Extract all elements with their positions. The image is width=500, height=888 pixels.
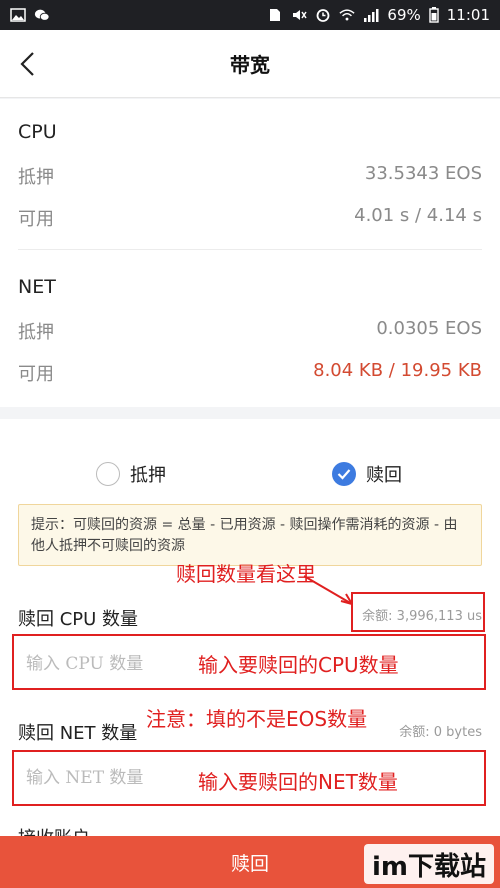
wifi-icon: [339, 9, 356, 21]
annotation-look-here: 赎回数量看这里: [176, 562, 316, 586]
back-button[interactable]: [12, 48, 42, 80]
checkmark-icon: [332, 462, 356, 486]
radio-redeem-label: 赎回: [366, 465, 402, 486]
cpu-staked-value: 33.5343 EOS: [364, 163, 482, 184]
radio-stake[interactable]: 抵押: [96, 461, 166, 487]
cpu-redeem-label: 赎回 CPU 数量: [18, 609, 139, 630]
radio-stake-label: 抵押: [130, 465, 166, 486]
net-balance: 余额: 0 bytes: [399, 725, 482, 740]
signal-icon: [364, 9, 379, 22]
cpu-staked-label: 抵押: [18, 167, 54, 188]
cpu-available-label: 可用: [18, 209, 54, 230]
image-icon: [10, 8, 26, 22]
net-staked-value: 0.0305 EOS: [376, 318, 482, 339]
battery-percent: 69%: [387, 6, 421, 24]
tip-box: 提示：可赎回的资源 = 总量 - 已用资源 - 赎回操作需消耗的资源 - 由他人…: [18, 504, 482, 566]
cpu-section-title: CPU: [18, 121, 57, 143]
sim-icon: [270, 9, 281, 21]
page-title: 带宽: [230, 53, 270, 77]
net-section-title: NET: [18, 276, 56, 298]
radio-unchecked-icon: [96, 462, 120, 486]
net-available-value: 8.04 KB / 19.95 KB: [313, 360, 482, 381]
battery-icon: [429, 7, 439, 23]
chevron-left-icon: [20, 52, 34, 76]
net-staked-label: 抵押: [18, 322, 54, 343]
alarm-icon: [317, 9, 330, 22]
annotation-input-net: 输入要赎回的NET数量: [198, 770, 398, 794]
mute-icon: [293, 10, 308, 20]
net-available-label: 可用: [18, 364, 54, 385]
radio-redeem[interactable]: 赎回: [332, 461, 402, 487]
annotation-note: 注意：填的不是EOS数量: [146, 707, 368, 731]
annotation-input-cpu: 输入要赎回的CPU数量: [198, 653, 399, 677]
divider: [18, 249, 482, 250]
nav-bar: 带宽: [0, 30, 500, 98]
net-redeem-label: 赎回 NET 数量: [18, 723, 138, 744]
watermark: im下载站: [363, 844, 494, 884]
clock: 11:01: [446, 6, 490, 24]
wechat-icon: [34, 9, 50, 21]
cpu-available-value: 4.01 s / 4.14 s: [354, 205, 482, 226]
balance-highlight-box: [351, 592, 485, 632]
resource-card: CPU 抵押 33.5343 EOS 可用 4.01 s / 4.14 s NE…: [0, 99, 500, 407]
status-bar: 69% 11:01: [0, 0, 500, 30]
